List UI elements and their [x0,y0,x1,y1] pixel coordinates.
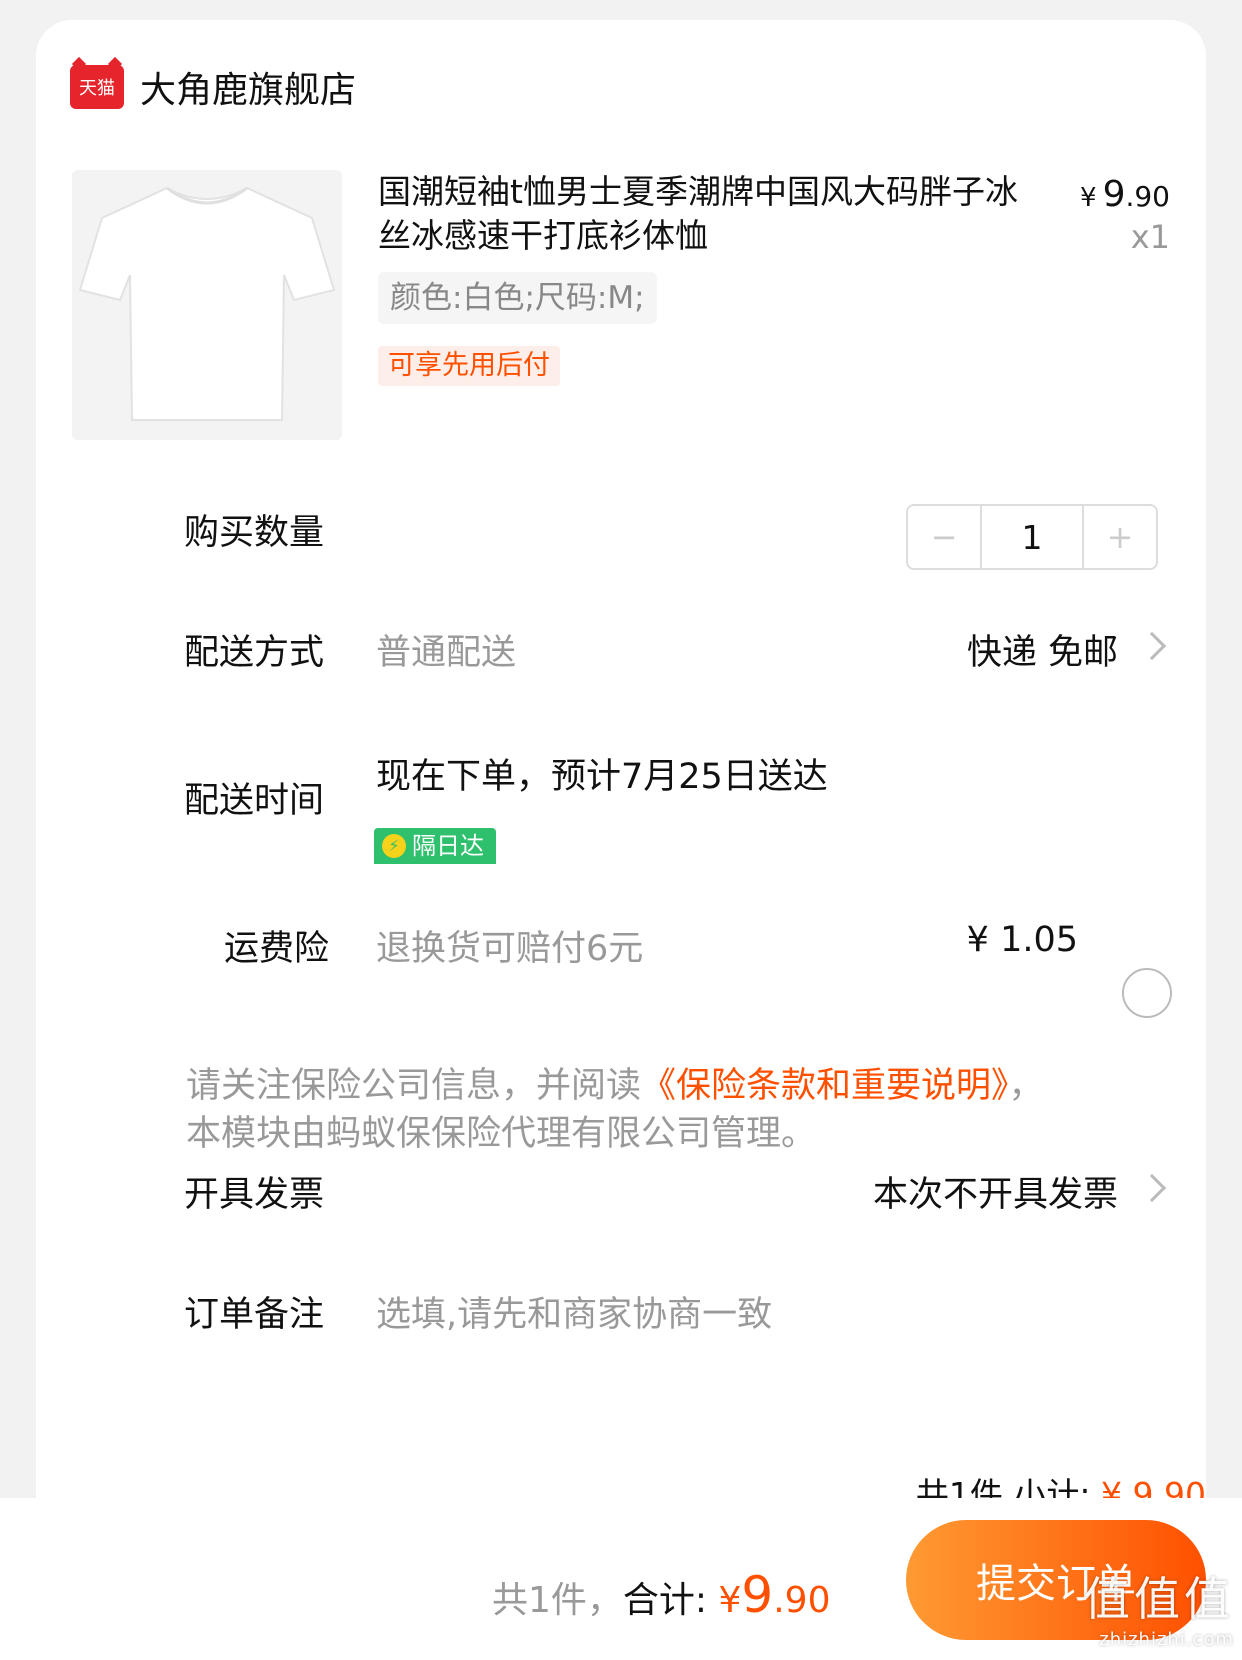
tmall-logo-icon: 天猫 [70,65,124,109]
decrement-button[interactable]: − [908,506,980,568]
insurance-radio[interactable] [1122,968,1172,1018]
shop-name[interactable]: 大角鹿旗舰店 [140,61,356,113]
order-card: 天猫 大角鹿旗舰店 国潮短袖t恤男士夏季潮牌中国风大码胖子冰丝冰感速干打底衫体恤… [36,20,1206,1580]
tshirt-icon [72,170,342,440]
remark-label: 订单备注 [184,1295,325,1335]
price-currency: ¥ [1080,183,1097,213]
invoice-label: 开具发票 [184,1175,325,1215]
pay-later-tag: 可享先用后付 [378,346,560,386]
delivery-method-label: 配送方式 [184,633,325,673]
insurance-sub: 退换货可赔付6元 [376,929,644,969]
delivery-method-sub: 普通配送 [376,633,517,673]
product-price: ¥9.90 [1080,174,1170,215]
price-decimal: .90 [1125,180,1170,213]
watermark: 值值值 zhizhizhi.com [1084,1572,1234,1650]
product-title[interactable]: 国潮短袖t恤男士夏季潮牌中国风大码胖子冰丝冰感速干打底衫体恤 [378,170,1018,258]
insurance-label: 运费险 [224,929,330,969]
chevron-right-icon[interactable] [1137,631,1167,661]
product-quantity: x1 [1130,218,1170,256]
invoice-value[interactable]: 本次不开具发票 [873,1166,1118,1217]
chevron-right-icon[interactable] [1137,1173,1167,1203]
next-day-badge: ⚡ 隔日达 [374,828,496,864]
insurance-notice: 请关注保险公司信息，并阅读《保险条款和重要说明》，本模块由蚂蚁保保险代理有限公司… [186,1066,1044,1154]
increment-button[interactable]: + [1084,506,1156,568]
lightning-icon: ⚡ [382,834,406,858]
delivery-time-label: 配送时间 [184,781,325,821]
remark-input[interactable]: 选填,请先和商家协商一致 [376,1286,772,1337]
insurance-terms-link[interactable]: 《保险条款和重要说明》 [641,1066,1009,1106]
delivery-time-value: 现在下单，预计7月25日送达 [376,757,828,797]
shop-header[interactable]: 天猫 大角鹿旗舰店 [70,62,356,112]
quantity-stepper[interactable]: − 1 + [906,504,1158,570]
price-integer: 9 [1102,174,1126,215]
bottom-bar: 共1件，合计: ¥9.90 提交订单 值值值 zhizhizhi.com [0,1498,1242,1660]
insurance-price: ¥ 1.05 [966,920,1078,960]
quantity-label: 购买数量 [184,513,325,553]
product-image[interactable] [72,170,342,440]
order-total: 共1件，合计: ¥9.90 [492,1566,831,1624]
quantity-value[interactable]: 1 [980,506,1084,568]
delivery-method-value[interactable]: 快递 免邮 [967,624,1118,675]
product-sku[interactable]: 颜色:白色;尺码:M; [378,272,657,324]
